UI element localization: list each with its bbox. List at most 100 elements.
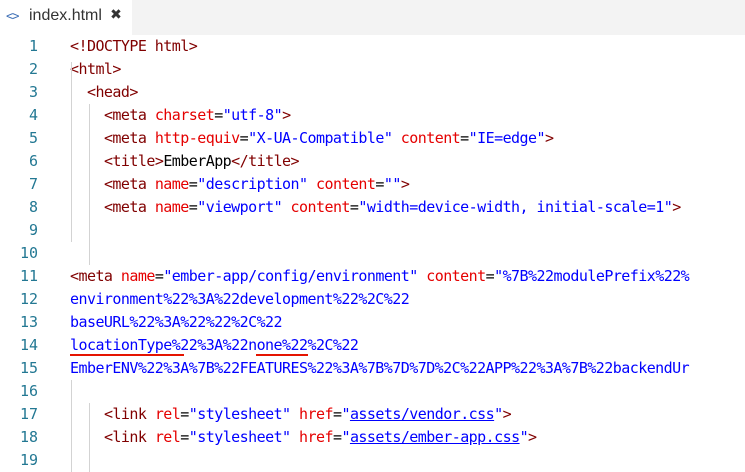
code-line[interactable]: 6 <title>EmberApp</title> <box>0 150 745 173</box>
code-text: <head> <box>70 81 138 104</box>
code-text: <meta name="description" content=""> <box>70 173 410 196</box>
code-token: EmberENV%22%3A%7B%22FEATURES%22%3A%7B%7D… <box>70 359 690 377</box>
code-line[interactable]: 4 <meta charset="utf-8"> <box>0 104 745 127</box>
code-text: <meta name="viewport" content="width=dev… <box>70 196 681 219</box>
code-token: "X-UA-Compatible" <box>248 129 393 147</box>
error-underline <box>256 354 308 356</box>
code-line[interactable]: 1 <!DOCTYPE html> <box>0 35 745 58</box>
code-line[interactable]: 2 <html> <box>0 58 745 81</box>
line-number: 10 <box>19 244 38 262</box>
code-token: > <box>400 175 410 193</box>
close-icon[interactable]: ✖ <box>108 7 124 25</box>
line-number: 6 <box>28 152 38 170</box>
code-token: " <box>341 405 350 423</box>
code-line[interactable]: 15 EmberENV%22%3A%7B%22FEATURES%22%3A%7B%… <box>0 357 745 380</box>
code-text: <meta charset="utf-8"> <box>70 104 291 127</box>
code-line[interactable]: 3 <head> <box>0 81 745 104</box>
code-token: <meta <box>103 106 155 124</box>
line-number: 5 <box>28 129 38 147</box>
line-number: 17 <box>19 405 38 423</box>
code-text: <html> <box>70 58 121 81</box>
code-text: <!DOCTYPE html> <box>70 35 198 58</box>
line-number: 2 <box>28 60 38 78</box>
indent-guide <box>89 403 90 472</box>
code-token: </title> <box>231 152 300 170</box>
code-token: <meta <box>103 198 155 216</box>
code-line[interactable]: 17 <link rel="stylesheet" href="assets/v… <box>0 403 745 426</box>
error-underline <box>70 354 184 356</box>
code-text: baseURL%22%3A%22%22%2C%22 <box>70 311 283 334</box>
code-token: <head> <box>86 83 138 101</box>
code-token: EmberApp <box>163 152 232 170</box>
code-token: <meta <box>103 175 155 193</box>
code-token: http-equiv <box>154 129 240 147</box>
line-number: 7 <box>28 175 38 193</box>
line-number: 12 <box>19 290 38 308</box>
code-token: <title> <box>103 152 164 170</box>
line-number: 16 <box>19 382 38 400</box>
code-token: "width=device-width, initial-scale=1" <box>358 198 673 216</box>
code-token: "ember-app/config/environment" <box>163 267 418 285</box>
code-line[interactable]: 18 <link rel="stylesheet" href="assets/e… <box>0 426 745 449</box>
indent-guide <box>71 62 72 242</box>
code-token: "IE=edge" <box>468 129 546 147</box>
code-token: environment%22%3A%22development%22%2C%22 <box>70 290 410 308</box>
code-token: locationType%22%3A%22none%22%2C%22 <box>70 336 359 354</box>
code-token: = <box>375 175 384 193</box>
tab-index-html[interactable]: <> index.html ✖ <box>0 0 132 35</box>
code-token: " <box>494 405 503 423</box>
code-editor[interactable]: 1 <!DOCTYPE html> 2 <html> 3 <head> 4 <meta c… <box>0 35 745 472</box>
line-number: 9 <box>28 221 38 239</box>
code-token: = <box>485 267 495 285</box>
line-number: 14 <box>19 336 38 354</box>
code-text: <link rel="stylesheet" href="assets/vend… <box>70 403 512 426</box>
code-token: "" <box>383 175 402 193</box>
code-link[interactable]: assets/ember-app.css <box>350 428 520 446</box>
code-file-icon: <> <box>6 9 19 23</box>
code-line[interactable]: 19 <box>0 449 745 472</box>
code-line[interactable]: 13 baseURL%22%3A%22%22%2C%22 <box>0 311 745 334</box>
code-token: name <box>154 198 189 216</box>
code-text: <meta name = "ember-app/config/environment… <box>70 265 690 288</box>
code-token: = <box>188 175 198 193</box>
code-line[interactable]: 12 environment%22%3A%22development%22%2C%… <box>0 288 745 311</box>
tab-bar: <> index.html ✖ <box>0 0 745 35</box>
code-text: EmberENV%22%3A%7B%22FEATURES%22%3A%7B%7D… <box>70 357 690 380</box>
code-token: > <box>544 129 554 147</box>
code-token: > <box>672 198 681 216</box>
code-token: > <box>528 428 537 446</box>
code-token: baseURL%22%3A%22%22%2C%22 <box>70 313 283 331</box>
code-line[interactable]: 8 <meta name="viewport" content="width=d… <box>0 196 745 219</box>
code-line[interactable]: 16 <box>0 380 745 403</box>
code-token: "viewport" <box>197 198 283 216</box>
code-token: > <box>502 405 512 423</box>
code-text: <title>EmberApp</title> <box>70 150 300 173</box>
code-line[interactable]: 5 <meta http-equiv="X-UA-Compatible" con… <box>0 127 745 150</box>
code-token: <!DOCTYPE html> <box>70 37 198 55</box>
line-number: 15 <box>19 359 38 377</box>
line-number: 13 <box>19 313 38 331</box>
code-token: <meta <box>103 129 155 147</box>
code-token: content <box>316 175 376 193</box>
line-number: 19 <box>19 451 38 469</box>
code-line[interactable]: 11 <meta name = "ember-app/config/environme… <box>0 265 745 288</box>
code-line[interactable]: 10 <box>0 242 745 265</box>
code-token: content <box>400 129 461 147</box>
code-line[interactable]: 7 <meta name="description" content=""> <box>0 173 745 196</box>
line-number: 4 <box>28 106 38 124</box>
code-token: "%7B%22modulePrefix%22% <box>494 267 690 285</box>
code-token: href <box>299 428 333 446</box>
code-line[interactable]: 9 <box>0 219 745 242</box>
line-number: 1 <box>28 37 38 55</box>
code-token: = <box>214 106 223 124</box>
code-link[interactable]: assets/vendor.css <box>350 405 495 423</box>
code-text: <meta http-equiv="X-UA-Compatible" conte… <box>70 127 554 150</box>
